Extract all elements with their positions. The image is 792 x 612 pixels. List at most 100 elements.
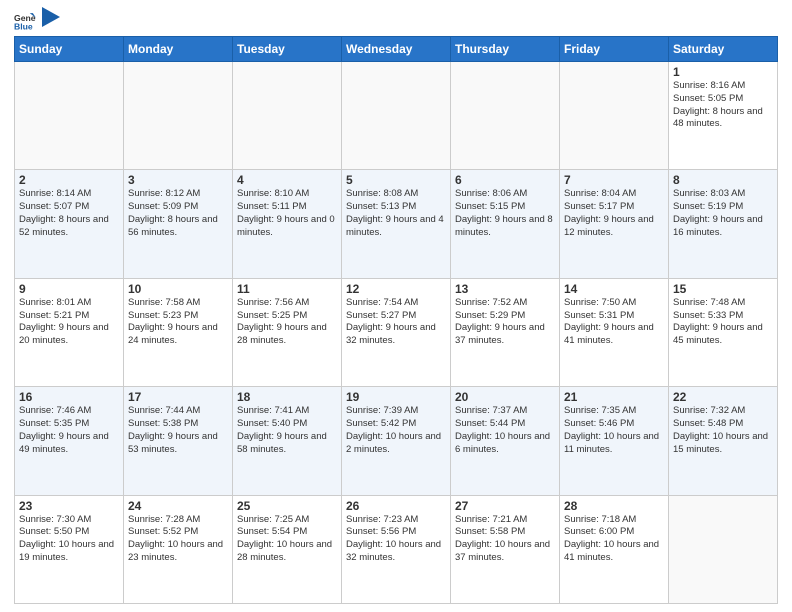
calendar-cell: [669, 495, 778, 603]
calendar-cell: 27Sunrise: 7:21 AM Sunset: 5:58 PM Dayli…: [451, 495, 560, 603]
day-number: 17: [128, 390, 228, 404]
page: General Blue SundayMondayTuesdayWednesda…: [0, 0, 792, 612]
calendar-cell: 15Sunrise: 7:48 AM Sunset: 5:33 PM Dayli…: [669, 278, 778, 386]
week-row-1: 1Sunrise: 8:16 AM Sunset: 5:05 PM Daylig…: [15, 62, 778, 170]
day-info: Sunrise: 8:03 AM Sunset: 5:19 PM Dayligh…: [673, 188, 773, 239]
weekday-header-wednesday: Wednesday: [342, 37, 451, 62]
calendar-cell: [233, 62, 342, 170]
weekday-header-saturday: Saturday: [669, 37, 778, 62]
calendar-cell: 17Sunrise: 7:44 AM Sunset: 5:38 PM Dayli…: [124, 387, 233, 495]
day-info: Sunrise: 7:39 AM Sunset: 5:42 PM Dayligh…: [346, 405, 446, 456]
day-number: 8: [673, 173, 773, 187]
day-number: 2: [19, 173, 119, 187]
calendar-cell: 12Sunrise: 7:54 AM Sunset: 5:27 PM Dayli…: [342, 278, 451, 386]
calendar-table: SundayMondayTuesdayWednesdayThursdayFrid…: [14, 36, 778, 604]
day-info: Sunrise: 7:46 AM Sunset: 5:35 PM Dayligh…: [19, 405, 119, 456]
calendar-cell: 18Sunrise: 7:41 AM Sunset: 5:40 PM Dayli…: [233, 387, 342, 495]
calendar-cell: 19Sunrise: 7:39 AM Sunset: 5:42 PM Dayli…: [342, 387, 451, 495]
day-number: 13: [455, 282, 555, 296]
calendar-cell: [560, 62, 669, 170]
calendar-cell: [451, 62, 560, 170]
day-number: 9: [19, 282, 119, 296]
day-info: Sunrise: 7:18 AM Sunset: 6:00 PM Dayligh…: [564, 514, 664, 565]
day-number: 28: [564, 499, 664, 513]
day-number: 19: [346, 390, 446, 404]
header: General Blue: [14, 10, 778, 32]
day-info: Sunrise: 7:32 AM Sunset: 5:48 PM Dayligh…: [673, 405, 773, 456]
day-info: Sunrise: 8:01 AM Sunset: 5:21 PM Dayligh…: [19, 297, 119, 348]
day-number: 1: [673, 65, 773, 79]
calendar-cell: 21Sunrise: 7:35 AM Sunset: 5:46 PM Dayli…: [560, 387, 669, 495]
calendar-cell: 9Sunrise: 8:01 AM Sunset: 5:21 PM Daylig…: [15, 278, 124, 386]
weekday-header-row: SundayMondayTuesdayWednesdayThursdayFrid…: [15, 37, 778, 62]
day-info: Sunrise: 7:54 AM Sunset: 5:27 PM Dayligh…: [346, 297, 446, 348]
logo-arrow-icon: [42, 7, 60, 29]
weekday-header-monday: Monday: [124, 37, 233, 62]
calendar-cell: 22Sunrise: 7:32 AM Sunset: 5:48 PM Dayli…: [669, 387, 778, 495]
generalblue-icon: General Blue: [14, 10, 36, 32]
day-number: 7: [564, 173, 664, 187]
calendar-cell: [124, 62, 233, 170]
day-number: 16: [19, 390, 119, 404]
day-info: Sunrise: 7:25 AM Sunset: 5:54 PM Dayligh…: [237, 514, 337, 565]
day-info: Sunrise: 8:16 AM Sunset: 5:05 PM Dayligh…: [673, 80, 773, 131]
day-number: 24: [128, 499, 228, 513]
day-info: Sunrise: 7:52 AM Sunset: 5:29 PM Dayligh…: [455, 297, 555, 348]
day-info: Sunrise: 8:06 AM Sunset: 5:15 PM Dayligh…: [455, 188, 555, 239]
calendar-cell: 26Sunrise: 7:23 AM Sunset: 5:56 PM Dayli…: [342, 495, 451, 603]
day-info: Sunrise: 7:58 AM Sunset: 5:23 PM Dayligh…: [128, 297, 228, 348]
calendar-cell: 10Sunrise: 7:58 AM Sunset: 5:23 PM Dayli…: [124, 278, 233, 386]
calendar-cell: 16Sunrise: 7:46 AM Sunset: 5:35 PM Dayli…: [15, 387, 124, 495]
day-number: 15: [673, 282, 773, 296]
day-number: 27: [455, 499, 555, 513]
day-info: Sunrise: 7:37 AM Sunset: 5:44 PM Dayligh…: [455, 405, 555, 456]
day-info: Sunrise: 8:12 AM Sunset: 5:09 PM Dayligh…: [128, 188, 228, 239]
calendar-cell: 5Sunrise: 8:08 AM Sunset: 5:13 PM Daylig…: [342, 170, 451, 278]
day-number: 11: [237, 282, 337, 296]
week-row-3: 9Sunrise: 8:01 AM Sunset: 5:21 PM Daylig…: [15, 278, 778, 386]
day-info: Sunrise: 8:08 AM Sunset: 5:13 PM Dayligh…: [346, 188, 446, 239]
weekday-header-sunday: Sunday: [15, 37, 124, 62]
calendar-cell: 4Sunrise: 8:10 AM Sunset: 5:11 PM Daylig…: [233, 170, 342, 278]
day-number: 26: [346, 499, 446, 513]
calendar-cell: [15, 62, 124, 170]
svg-text:Blue: Blue: [14, 22, 33, 32]
day-number: 12: [346, 282, 446, 296]
weekday-header-thursday: Thursday: [451, 37, 560, 62]
day-info: Sunrise: 7:35 AM Sunset: 5:46 PM Dayligh…: [564, 405, 664, 456]
day-info: Sunrise: 7:44 AM Sunset: 5:38 PM Dayligh…: [128, 405, 228, 456]
logo: General Blue: [14, 10, 60, 32]
calendar-cell: 3Sunrise: 8:12 AM Sunset: 5:09 PM Daylig…: [124, 170, 233, 278]
calendar-cell: 2Sunrise: 8:14 AM Sunset: 5:07 PM Daylig…: [15, 170, 124, 278]
weekday-header-friday: Friday: [560, 37, 669, 62]
day-number: 18: [237, 390, 337, 404]
week-row-4: 16Sunrise: 7:46 AM Sunset: 5:35 PM Dayli…: [15, 387, 778, 495]
day-info: Sunrise: 7:21 AM Sunset: 5:58 PM Dayligh…: [455, 514, 555, 565]
week-row-2: 2Sunrise: 8:14 AM Sunset: 5:07 PM Daylig…: [15, 170, 778, 278]
calendar-cell: 11Sunrise: 7:56 AM Sunset: 5:25 PM Dayli…: [233, 278, 342, 386]
calendar-cell: [342, 62, 451, 170]
day-info: Sunrise: 7:56 AM Sunset: 5:25 PM Dayligh…: [237, 297, 337, 348]
day-info: Sunrise: 7:23 AM Sunset: 5:56 PM Dayligh…: [346, 514, 446, 565]
calendar-cell: 14Sunrise: 7:50 AM Sunset: 5:31 PM Dayli…: [560, 278, 669, 386]
day-info: Sunrise: 7:28 AM Sunset: 5:52 PM Dayligh…: [128, 514, 228, 565]
calendar-cell: 20Sunrise: 7:37 AM Sunset: 5:44 PM Dayli…: [451, 387, 560, 495]
day-info: Sunrise: 7:30 AM Sunset: 5:50 PM Dayligh…: [19, 514, 119, 565]
day-info: Sunrise: 7:41 AM Sunset: 5:40 PM Dayligh…: [237, 405, 337, 456]
day-info: Sunrise: 8:10 AM Sunset: 5:11 PM Dayligh…: [237, 188, 337, 239]
day-number: 20: [455, 390, 555, 404]
day-number: 6: [455, 173, 555, 187]
calendar-cell: 7Sunrise: 8:04 AM Sunset: 5:17 PM Daylig…: [560, 170, 669, 278]
day-info: Sunrise: 7:48 AM Sunset: 5:33 PM Dayligh…: [673, 297, 773, 348]
day-number: 23: [19, 499, 119, 513]
day-number: 22: [673, 390, 773, 404]
day-info: Sunrise: 7:50 AM Sunset: 5:31 PM Dayligh…: [564, 297, 664, 348]
day-number: 14: [564, 282, 664, 296]
calendar-cell: 24Sunrise: 7:28 AM Sunset: 5:52 PM Dayli…: [124, 495, 233, 603]
calendar-cell: 1Sunrise: 8:16 AM Sunset: 5:05 PM Daylig…: [669, 62, 778, 170]
calendar-cell: 28Sunrise: 7:18 AM Sunset: 6:00 PM Dayli…: [560, 495, 669, 603]
calendar-cell: 13Sunrise: 7:52 AM Sunset: 5:29 PM Dayli…: [451, 278, 560, 386]
day-number: 25: [237, 499, 337, 513]
calendar-cell: 6Sunrise: 8:06 AM Sunset: 5:15 PM Daylig…: [451, 170, 560, 278]
day-number: 5: [346, 173, 446, 187]
